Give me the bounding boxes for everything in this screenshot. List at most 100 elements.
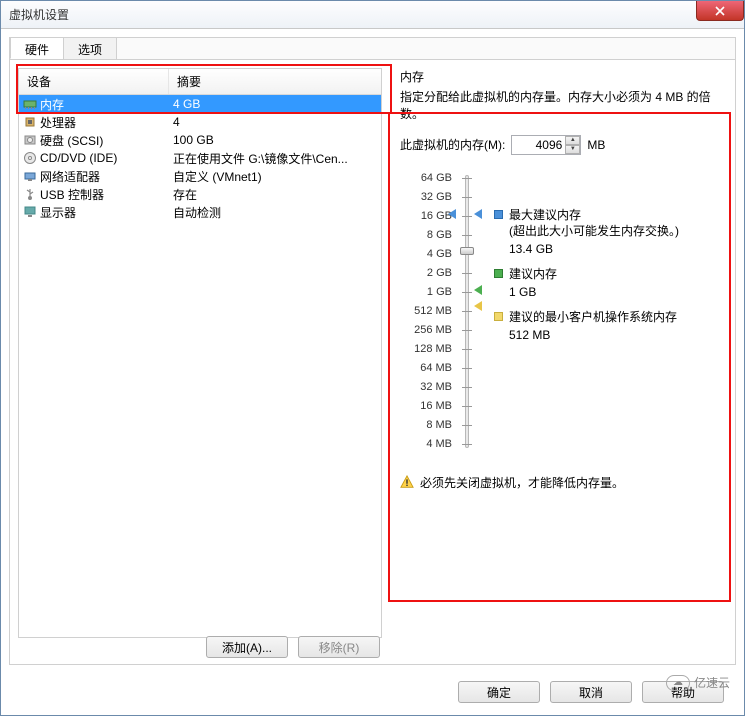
spin-up-icon[interactable]: ▲ (565, 136, 580, 145)
tick-mark (462, 368, 472, 369)
tab-hardware[interactable]: 硬件 (10, 37, 64, 59)
tick-label: 1 GB (400, 283, 452, 302)
disk-icon (23, 133, 37, 147)
device-summary: 自动检测 (169, 204, 381, 221)
tick-label: 16 GB (400, 207, 452, 226)
hardware-row-4[interactable]: 网络适配器 自定义 (VMnet1) (19, 167, 381, 185)
tick-label: 8 MB (400, 416, 452, 435)
device-name: 显示器 (40, 204, 76, 221)
tick-label: 512 MB (400, 302, 452, 321)
device-name: USB 控制器 (40, 186, 104, 203)
close-button[interactable] (696, 1, 744, 21)
device-summary: 4 GB (169, 97, 381, 111)
tick-mark (462, 178, 472, 179)
memory-warning: 必须先关闭虚拟机，才能降低内存量。 (400, 474, 725, 491)
memory-field-label: 此虚拟机的内存(M): (400, 136, 505, 153)
memory-unit: MB (587, 138, 605, 152)
device-name: CD/DVD (IDE) (40, 151, 117, 165)
cpu-icon (23, 115, 37, 129)
legend-max-value: 13.4 GB (509, 242, 725, 256)
memory-description: 指定分配给此虚拟机的内存量。内存大小必须为 4 MB 的倍数。 (400, 89, 725, 123)
square-green-icon (494, 269, 503, 278)
tick-mark (462, 273, 472, 274)
memory-icon (23, 97, 37, 111)
device-name: 处理器 (40, 114, 76, 131)
warning-icon (400, 475, 414, 489)
legend-min: 建议的最小客户机操作系统内存 (494, 309, 725, 326)
remove-button: 移除(R) (298, 636, 380, 658)
col-header-summary[interactable]: 摘要 (169, 69, 381, 94)
spinner-buttons[interactable]: ▲▼ (565, 136, 580, 154)
settings-panel: 硬件 选项 设备 摘要 内存 4 GB 处理器 4 硬盘 (SCSI) 100 GB CD/… (9, 37, 736, 665)
content-area: 设备 摘要 内存 4 GB 处理器 4 硬盘 (SCSI) 100 GB CD/DVD (I… (10, 60, 735, 664)
memory-section-title: 内存 (400, 68, 725, 85)
device-summary: 4 (169, 115, 381, 129)
square-blue-icon (494, 210, 503, 219)
memory-legend: 最大建议内存 (超出此大小可能发生内存交换。) 13.4 GB 建议内存 1 G… (482, 169, 725, 454)
tick-label: 4 MB (400, 435, 452, 454)
device-summary: 自定义 (VMnet1) (169, 168, 381, 185)
tick-mark (462, 444, 472, 445)
display-icon (23, 205, 37, 219)
legend-min-value: 512 MB (509, 328, 725, 342)
ok-button[interactable]: 确定 (458, 681, 540, 703)
marker-max-icon (474, 209, 482, 219)
net-icon (23, 169, 37, 183)
memory-slider-zone: 64 GB 32 GB 16 GB 8 GB 4 GB 2 GB 1 GB 51… (400, 169, 725, 454)
cloud-icon: ☁ (666, 675, 690, 691)
cd-icon (23, 151, 37, 165)
device-name: 硬盘 (SCSI) (40, 132, 103, 149)
marker-rec-icon (474, 285, 482, 295)
marker-max-left-icon (448, 209, 456, 219)
memory-slider[interactable] (452, 169, 482, 454)
spin-down-icon[interactable]: ▼ (565, 145, 580, 154)
tick-mark (462, 387, 472, 388)
hardware-list-header: 设备 摘要 (19, 69, 381, 95)
hardware-row-1[interactable]: 处理器 4 (19, 113, 381, 131)
tick-mark (462, 330, 472, 331)
window-title: 虚拟机设置 (9, 6, 69, 23)
tick-mark (462, 197, 472, 198)
hardware-row-5[interactable]: USB 控制器存在 (19, 185, 381, 203)
tick-label: 128 MB (400, 340, 452, 359)
add-button[interactable]: 添加(A)... (206, 636, 288, 658)
hardware-row-2[interactable]: 硬盘 (SCSI) 100 GB (19, 131, 381, 149)
legend-rec: 建议内存 (494, 266, 725, 283)
legend-max: 最大建议内存 (超出此大小可能发生内存交换。) (494, 207, 725, 241)
hardware-buttons: 添加(A)... 移除(R) (206, 636, 380, 658)
device-summary: 正在使用文件 G:\镜像文件\Cen... (169, 150, 381, 167)
hardware-row-0[interactable]: 内存 4 GB (19, 95, 381, 113)
tick-label: 32 MB (400, 378, 452, 397)
memory-spinner[interactable]: ▲▼ (511, 135, 581, 155)
tick-label: 16 MB (400, 397, 452, 416)
close-icon (715, 6, 725, 16)
col-header-device[interactable]: 设备 (19, 69, 169, 94)
hardware-row-6[interactable]: 显示器 自动检测 (19, 203, 381, 221)
vm-settings-window: 虚拟机设置 硬件 选项 设备 摘要 内存 4 GB 处理器 4 硬盘 (SCSI) 100… (0, 0, 745, 716)
legend-rec-value: 1 GB (509, 285, 725, 299)
tick-mark (462, 292, 472, 293)
tick-mark (462, 425, 472, 426)
device-name: 网络适配器 (40, 168, 100, 185)
tab-options[interactable]: 选项 (63, 37, 117, 59)
tick-label: 32 GB (400, 188, 452, 207)
hardware-list-pane: 设备 摘要 内存 4 GB 处理器 4 硬盘 (SCSI) 100 GB CD/DVD (I… (10, 60, 390, 664)
slider-thumb[interactable] (460, 247, 474, 255)
titlebar[interactable]: 虚拟机设置 (1, 1, 744, 29)
tick-mark (462, 349, 472, 350)
slider-tick-labels: 64 GB 32 GB 16 GB 8 GB 4 GB 2 GB 1 GB 51… (400, 169, 452, 454)
tick-label: 64 MB (400, 359, 452, 378)
memory-field-row: 此虚拟机的内存(M): ▲▼ MB (400, 135, 725, 155)
tick-label: 8 GB (400, 226, 452, 245)
marker-min-icon (474, 301, 482, 311)
hardware-row-3[interactable]: CD/DVD (IDE) 正在使用文件 G:\镜像文件\Cen... (19, 149, 381, 167)
hardware-list[interactable]: 设备 摘要 内存 4 GB 处理器 4 硬盘 (SCSI) 100 GB CD/DVD (I… (18, 68, 382, 638)
square-yellow-icon (494, 312, 503, 321)
tick-mark (462, 406, 472, 407)
hardware-rows: 内存 4 GB 处理器 4 硬盘 (SCSI) 100 GB CD/DVD (IDE) 正在使… (19, 95, 381, 221)
tab-strip: 硬件 选项 (10, 38, 735, 60)
device-name: 内存 (40, 96, 64, 113)
cancel-button[interactable]: 取消 (550, 681, 632, 703)
device-summary: 100 GB (169, 133, 381, 147)
tick-label: 2 GB (400, 264, 452, 283)
